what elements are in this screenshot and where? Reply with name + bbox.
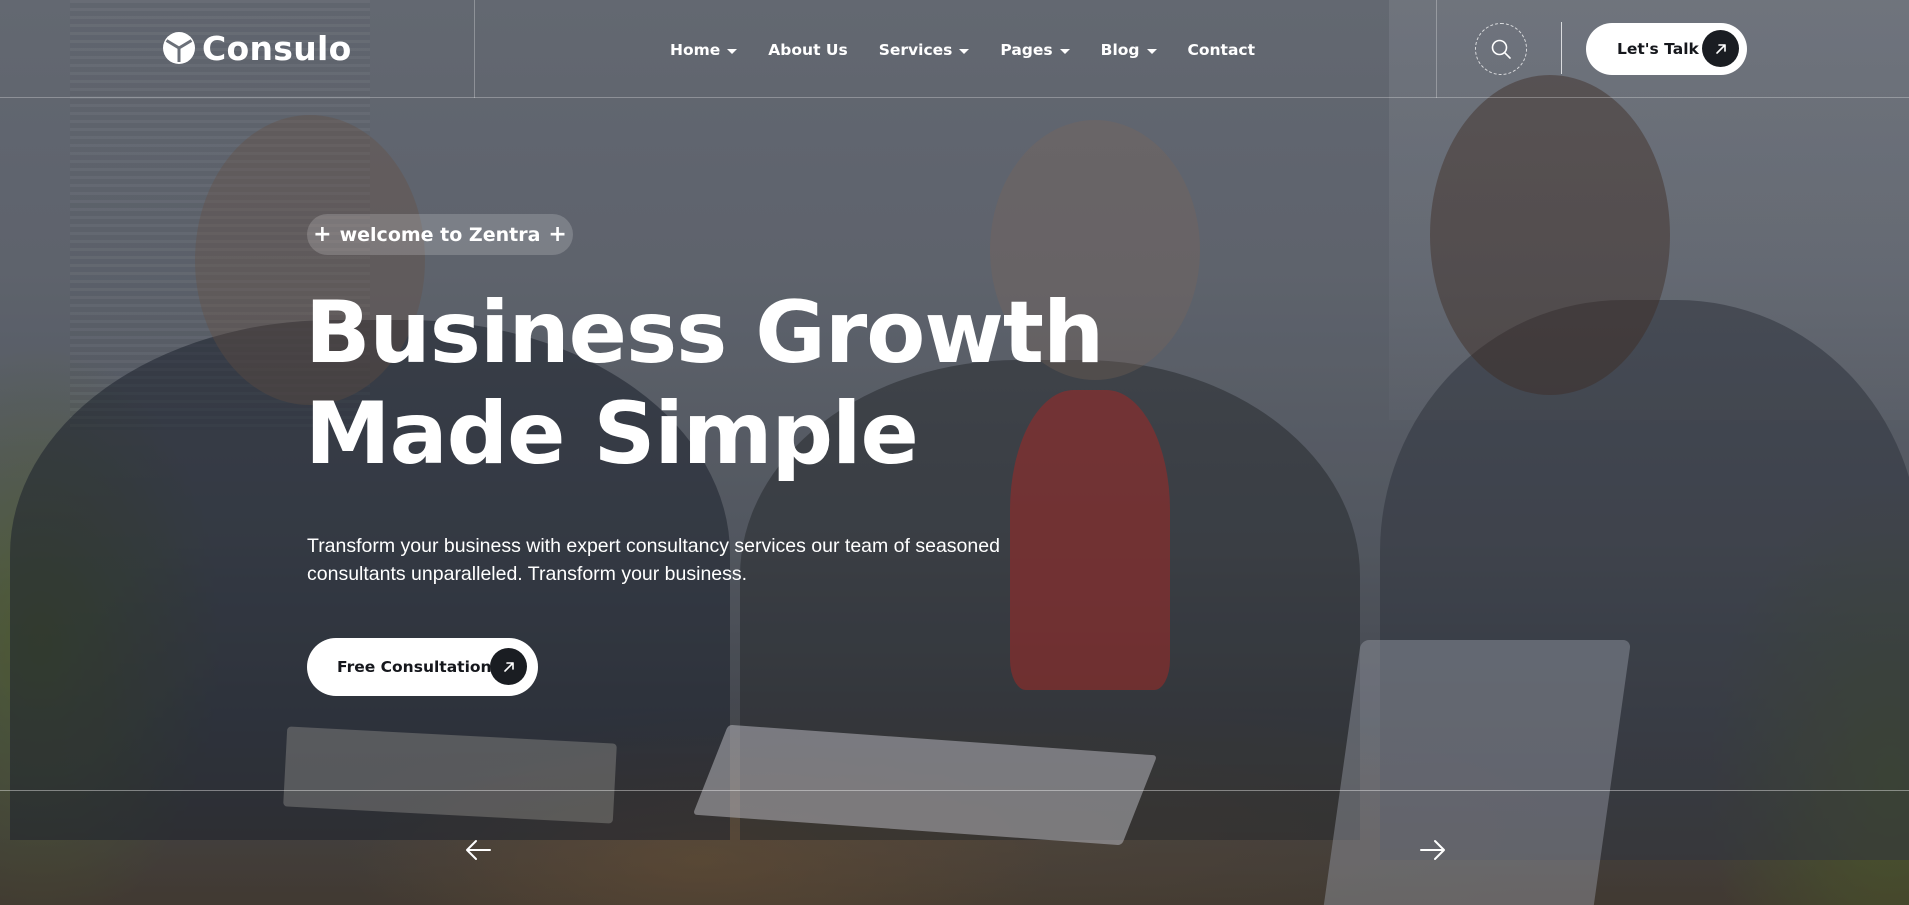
- arrow-right-icon: [1420, 840, 1445, 860]
- nav-item-label: Blog: [1100, 41, 1140, 59]
- search-icon: [1491, 39, 1511, 59]
- plus-icon: +: [548, 221, 567, 247]
- main-nav: Home About Us Services Pages Blog Contac…: [670, 38, 1255, 62]
- nav-item-label: Contact: [1187, 41, 1256, 59]
- nav-item-about-us[interactable]: About Us: [768, 41, 847, 59]
- nav-item-blog[interactable]: Blog: [1101, 41, 1157, 59]
- site-header: Consulo Home About Us Services Pages Blo…: [0, 0, 1909, 98]
- caret-down-icon: [1146, 48, 1157, 54]
- arrow-up-right-icon: [1702, 30, 1739, 67]
- lets-talk-button[interactable]: Let's Talk: [1586, 23, 1747, 75]
- nav-item-label: About Us: [768, 41, 848, 59]
- caret-down-icon: [959, 48, 970, 54]
- nav-item-services[interactable]: Services: [879, 41, 970, 59]
- free-consultation-button[interactable]: Free Consultation: [307, 638, 538, 696]
- hero-headline: Business Growth Made Simple: [305, 283, 1305, 485]
- hero-headline-line-1: Business Growth: [305, 283, 1104, 383]
- arrow-up-right-icon: [490, 648, 527, 685]
- slider-divider: [0, 790, 1909, 791]
- lets-talk-label: Let's Talk: [1617, 40, 1699, 58]
- free-consultation-label: Free Consultation: [337, 658, 492, 676]
- search-button[interactable]: [1475, 23, 1527, 75]
- caret-down-icon: [1059, 48, 1070, 54]
- slider-prev-button[interactable]: [460, 832, 496, 868]
- hero-headline-line-2: Made Simple: [305, 384, 919, 484]
- header-action-divider: [1561, 22, 1562, 74]
- nav-item-contact[interactable]: Contact: [1188, 41, 1256, 59]
- header-divider-left: [474, 0, 475, 98]
- nav-item-pages[interactable]: Pages: [1000, 41, 1070, 59]
- hero-description: Transform your business with expert cons…: [307, 535, 1000, 585]
- header-divider-right: [1436, 0, 1437, 98]
- nav-item-home[interactable]: Home: [670, 41, 738, 59]
- brand-logo[interactable]: Consulo: [162, 28, 352, 68]
- slider-next-button[interactable]: [1415, 832, 1451, 868]
- brand-name: Consulo: [202, 28, 352, 68]
- arrow-left-icon: [466, 840, 491, 860]
- nav-item-label: Pages: [1000, 41, 1053, 59]
- welcome-text: welcome to Zentra: [339, 223, 541, 246]
- caret-down-icon: [727, 48, 738, 54]
- nav-item-label: Services: [878, 41, 953, 59]
- logo-icon: [163, 32, 195, 64]
- welcome-badge: + welcome to Zentra +: [307, 214, 573, 255]
- plus-icon: +: [313, 221, 332, 247]
- nav-item-label: Home: [670, 41, 721, 59]
